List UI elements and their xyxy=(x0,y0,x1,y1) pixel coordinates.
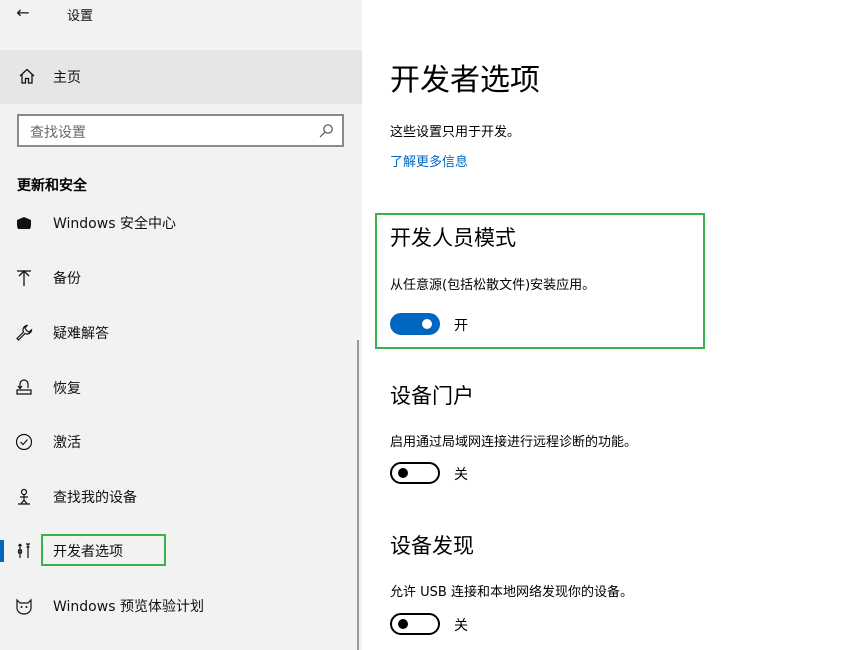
toggle-state-label: 关 xyxy=(454,618,468,634)
sidebar-item-backup[interactable]: 备份 xyxy=(0,258,356,298)
main-content: 开发者选项 这些设置只用于开发。 了解更多信息 开发人员模式 从任意源(包括松散… xyxy=(362,0,860,650)
sidebar-item-label: 激活 xyxy=(53,435,81,451)
section-heading: 开发人员模式 xyxy=(390,226,516,250)
section-description: 从任意源(包括松散文件)安装应用。 xyxy=(390,278,596,293)
developer-mode-toggle[interactable] xyxy=(390,313,440,335)
search-icon xyxy=(319,124,333,138)
sidebar-item-label: 查找我的设备 xyxy=(53,490,137,506)
sidebar-item-troubleshoot[interactable]: 疑难解答 xyxy=(0,313,356,353)
sidebar-item-windows-security[interactable]: Windows 安全中心 xyxy=(0,205,356,229)
back-arrow-icon: ← xyxy=(16,3,30,22)
selection-indicator xyxy=(0,540,4,562)
backup-arrow-icon xyxy=(17,270,31,286)
sidebar-item-label: 恢复 xyxy=(53,381,81,397)
home-label: 主页 xyxy=(53,70,81,86)
app-title: 设置 xyxy=(67,9,94,24)
device-discovery-toggle[interactable] xyxy=(390,613,440,635)
sidebar-item-label: Windows 安全中心 xyxy=(53,216,176,229)
recovery-icon xyxy=(16,379,32,395)
section-description: 允许 USB 连接和本地网络发现你的设备。 xyxy=(390,585,633,600)
developer-tools-icon xyxy=(17,543,30,558)
learn-more-link[interactable]: 了解更多信息 xyxy=(390,151,468,170)
title-bar: ← 设置 xyxy=(0,0,362,28)
back-button[interactable]: ← xyxy=(8,2,38,24)
section-description: 启用通过局域网连接进行远程诊断的功能。 xyxy=(390,435,638,450)
page-title: 开发者选项 xyxy=(390,63,540,98)
sidebar-item-label: Windows 预览体验计划 xyxy=(53,599,204,615)
section-heading: 设备门户 xyxy=(390,384,474,408)
toggle-state-label: 开 xyxy=(454,318,468,334)
sidebar-item-label: 疑难解答 xyxy=(53,326,109,342)
sidebar-item-developer-options[interactable]: 开发者选项 xyxy=(0,531,356,571)
search-input[interactable]: 查找设置 xyxy=(17,114,344,147)
section-header: 更新和安全 xyxy=(17,178,87,194)
wrench-icon xyxy=(16,324,33,341)
section-heading: 设备发现 xyxy=(390,534,474,558)
sidebar-item-find-my-device[interactable]: 查找我的设备 xyxy=(0,477,356,517)
check-circle-icon xyxy=(15,433,33,451)
sidebar-item-label: 备份 xyxy=(53,271,81,287)
insider-cat-icon xyxy=(16,598,32,615)
search-placeholder: 查找设置 xyxy=(30,125,86,141)
toggle-knob xyxy=(422,319,432,329)
sidebar-item-activation[interactable]: 激活 xyxy=(0,422,356,462)
page-description: 这些设置只用于开发。 xyxy=(390,125,521,140)
toggle-knob xyxy=(398,619,408,629)
sidebar-scrollbar[interactable] xyxy=(357,340,359,650)
home-nav-item[interactable]: 主页 xyxy=(0,50,362,104)
device-portal-toggle[interactable] xyxy=(390,462,440,484)
toggle-knob xyxy=(398,468,408,478)
shield-icon xyxy=(17,217,31,229)
sidebar-item-recovery[interactable]: 恢复 xyxy=(0,368,356,408)
sidebar: ← 设置 主页 查找设置 更新和安全 Windows 安全中心 备份 疑难解答 … xyxy=(0,0,362,650)
toggle-state-label: 关 xyxy=(454,467,468,483)
home-icon xyxy=(19,68,35,84)
person-locate-icon xyxy=(18,488,30,505)
sidebar-item-windows-insider[interactable]: Windows 预览体验计划 xyxy=(0,586,356,626)
sidebar-item-label: 开发者选项 xyxy=(53,544,123,560)
